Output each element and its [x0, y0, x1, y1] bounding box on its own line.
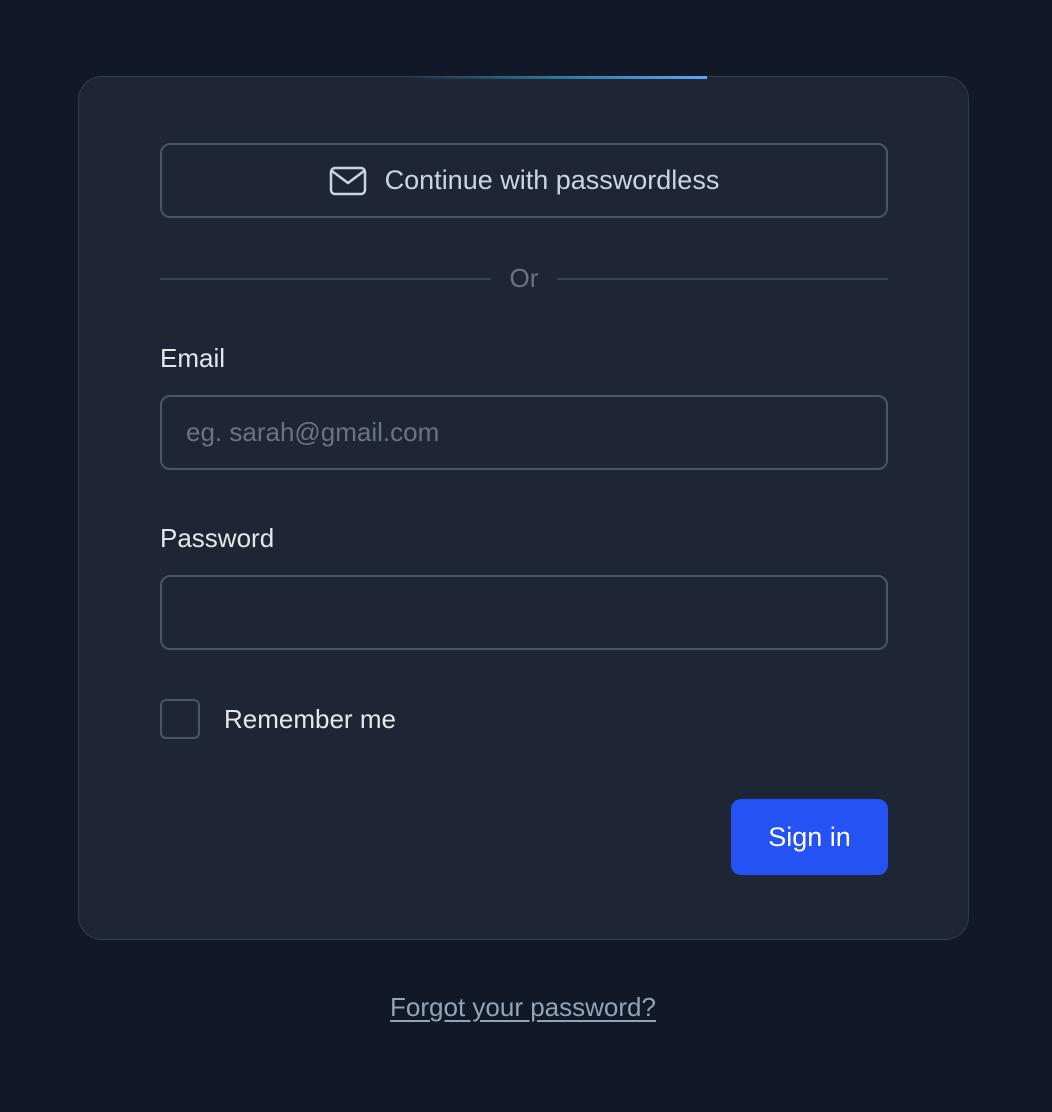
card-top-glow [403, 76, 707, 79]
email-field[interactable] [160, 395, 888, 470]
passwordless-button-label: Continue with passwordless [384, 165, 720, 195]
or-divider: Or [160, 259, 888, 299]
password-field[interactable] [160, 575, 888, 650]
divider-line-right [557, 278, 888, 280]
remember-me-label[interactable]: Remember me [224, 704, 396, 735]
forgot-password-row: Forgot your password? [0, 992, 1046, 1023]
sign-in-button[interactable]: Sign in [731, 799, 888, 875]
remember-me-row: Remember me [160, 699, 396, 739]
divider-text: Or [509, 263, 539, 293]
passwordless-button[interactable]: Continue with passwordless [160, 143, 888, 218]
email-label: Email [160, 343, 226, 373]
divider-line-left [160, 278, 491, 280]
mail-icon [329, 166, 367, 196]
password-label: Password [160, 523, 275, 553]
forgot-password-link[interactable]: Forgot your password? [390, 992, 656, 1022]
remember-me-checkbox[interactable] [160, 699, 200, 739]
login-card: Continue with passwordless Or Email Pass… [78, 76, 969, 940]
